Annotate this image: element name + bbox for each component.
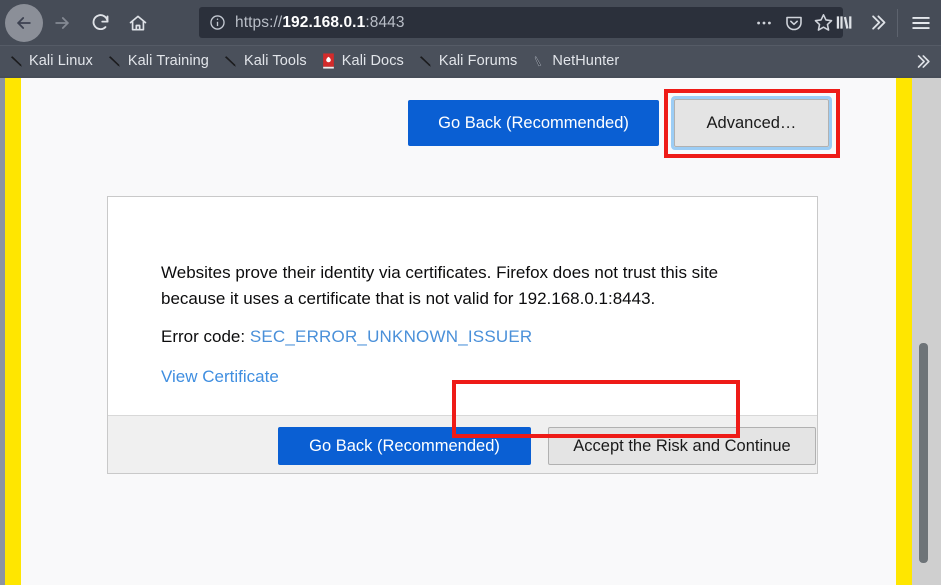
- urlbar-actions: [750, 7, 837, 38]
- pocket-icon[interactable]: [780, 9, 807, 36]
- top-action-row: Go Back (Recommended) Advanced…: [21, 89, 896, 158]
- bookmarks-toolbar: Kali Linux Kali Training Kali Tools Kali…: [0, 45, 941, 76]
- panel-footer: Go Back (Recommended) Accept the Risk an…: [108, 415, 817, 473]
- navigation-toolbar: https://192.168.0.1:8443: [0, 0, 941, 45]
- bookmark-kali-tools[interactable]: Kali Tools: [219, 49, 313, 73]
- url-port: :8443: [365, 13, 405, 31]
- info-circle-icon[interactable]: [209, 14, 226, 31]
- kali-dragon-icon: [223, 53, 239, 69]
- url-bar[interactable]: https://192.168.0.1:8443: [199, 7, 843, 38]
- go-back-recommended-button-bottom[interactable]: Go Back (Recommended): [278, 427, 531, 465]
- scrollbar-thumb[interactable]: [919, 343, 928, 563]
- yellow-frame-left: [5, 78, 21, 585]
- window-edge-left: [0, 78, 5, 585]
- yellow-frame-right: [896, 78, 912, 585]
- toolbar-right-icons: [828, 0, 941, 45]
- home-icon: [128, 13, 148, 33]
- nethunter-icon: [531, 53, 547, 69]
- bookmarks-overflow-chevrons-icon[interactable]: [909, 49, 935, 74]
- bookmark-nethunter[interactable]: NetHunter: [527, 49, 625, 73]
- page-scrollbar[interactable]: [912, 78, 941, 585]
- bookmark-kali-training[interactable]: Kali Training: [103, 49, 215, 73]
- overflow-chevrons-icon[interactable]: [861, 3, 894, 43]
- bookmark-label: Kali Tools: [243, 53, 307, 69]
- reload-button[interactable]: [81, 4, 119, 42]
- hamburger-menu-icon[interactable]: [901, 3, 941, 43]
- page-viewport: Go Back (Recommended) Advanced… Websites…: [0, 78, 941, 585]
- kali-dragon-icon: [8, 53, 24, 69]
- error-code-label: Error code:: [161, 327, 246, 346]
- advanced-button[interactable]: Advanced…: [674, 99, 829, 147]
- accept-the-risk-and-continue-button[interactable]: Accept the Risk and Continue: [548, 427, 816, 465]
- panel-body: Websites prove their identity via certif…: [108, 197, 817, 415]
- bookmark-kali-linux[interactable]: Kali Linux: [4, 49, 99, 73]
- view-certificate-link[interactable]: View Certificate: [161, 367, 279, 387]
- bookmark-kali-docs[interactable]: Kali Docs: [317, 49, 410, 73]
- browser-chrome: https://192.168.0.1:8443 Kali Linux Kali…: [0, 0, 941, 78]
- certificate-error-panel: Websites prove their identity via certif…: [107, 196, 818, 474]
- go-back-recommended-button-top[interactable]: Go Back (Recommended): [408, 100, 659, 146]
- reload-icon: [90, 12, 111, 33]
- advanced-button-focus-ring: Advanced…: [671, 96, 832, 150]
- url-host: 192.168.0.1: [282, 13, 366, 31]
- bookmark-label: Kali Linux: [29, 53, 93, 69]
- error-code-line: Error code: SEC_ERROR_UNKNOWN_ISSUER: [161, 327, 532, 347]
- bookmark-label: Kali Forums: [438, 53, 518, 69]
- forward-arrow-icon: [52, 13, 72, 33]
- back-arrow-icon: [14, 13, 34, 33]
- library-icon[interactable]: [828, 3, 861, 43]
- toolbar-divider: [897, 8, 898, 37]
- kali-dragon-icon: [107, 53, 123, 69]
- kali-docs-book-icon: [321, 53, 337, 69]
- back-button[interactable]: [5, 3, 43, 42]
- bookmark-kali-forums[interactable]: Kali Forums: [414, 49, 523, 73]
- error-page-content: Go Back (Recommended) Advanced… Websites…: [21, 78, 896, 585]
- forward-button[interactable]: [43, 4, 81, 42]
- error-code-value: SEC_ERROR_UNKNOWN_ISSUER: [249, 327, 533, 346]
- kali-dragon-icon: [418, 53, 434, 69]
- browser-window: https://192.168.0.1:8443 Kali Linux Kali…: [0, 0, 941, 585]
- bookmark-label: Kali Docs: [341, 53, 404, 69]
- certificate-explanation-text: Websites prove their identity via certif…: [161, 263, 719, 308]
- url-text: https://192.168.0.1:8443: [235, 14, 405, 32]
- page-actions-ellipsis-icon[interactable]: [750, 9, 777, 36]
- bookmark-label: NetHunter: [552, 53, 620, 69]
- url-scheme: https://: [235, 13, 283, 31]
- home-button[interactable]: [119, 4, 157, 42]
- bookmark-label: Kali Training: [127, 53, 209, 69]
